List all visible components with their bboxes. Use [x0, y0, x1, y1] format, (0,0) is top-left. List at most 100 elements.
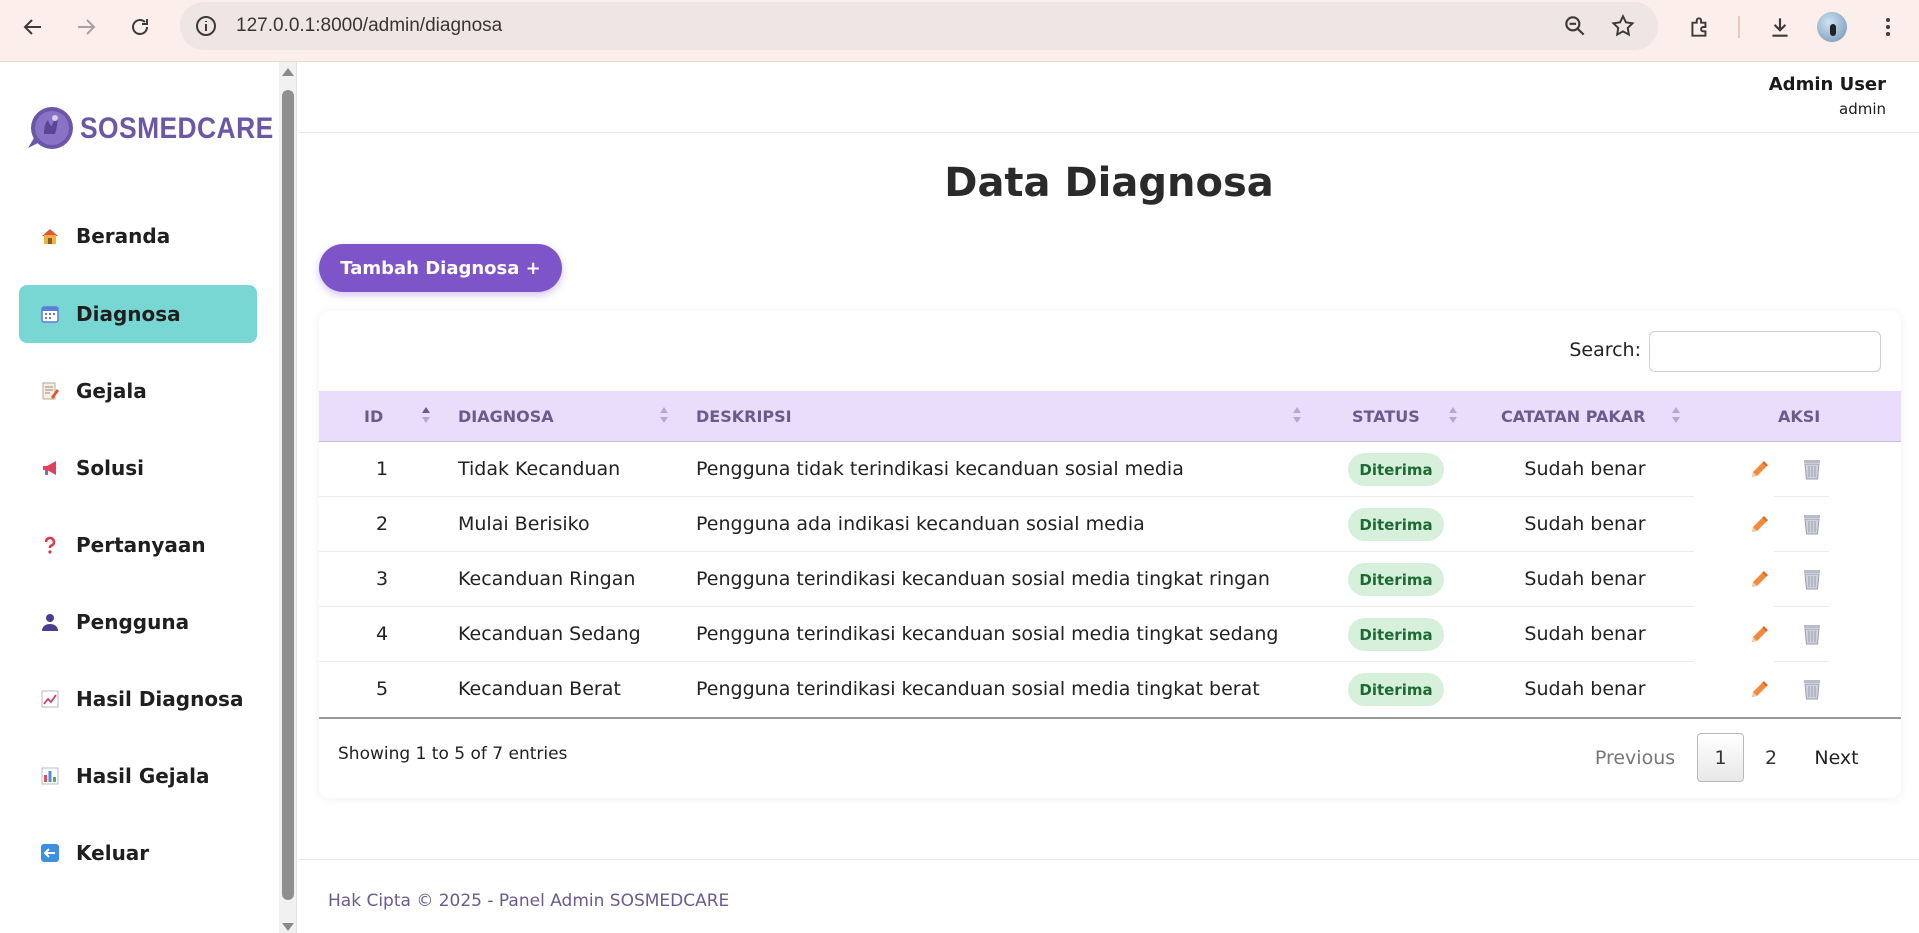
delete-trash-icon[interactable] — [1802, 622, 1822, 646]
site-info-icon[interactable] — [194, 14, 218, 38]
column-header-diagnosa[interactable]: DIAGNOSA — [458, 407, 554, 426]
browser-toolbar: 127.0.0.1:8000/admin/diagnosa — [0, 0, 1919, 62]
sidebar-item-label: Pengguna — [76, 610, 190, 634]
column-header-deskripsi[interactable]: DESKRIPSI — [696, 407, 792, 426]
cell-deskripsi: Pengguna terindikasi kecanduan sosial me… — [696, 568, 1270, 590]
delete-trash-icon[interactable] — [1802, 677, 1822, 701]
logo-icon — [22, 104, 78, 154]
scroll-up-arrow-icon[interactable] — [282, 68, 294, 76]
pagination-page-1[interactable]: 1 — [1697, 733, 1744, 782]
sidebar-item-label: Solusi — [76, 456, 144, 480]
scroll-thumb[interactable] — [282, 90, 294, 900]
column-header-id[interactable]: ID — [364, 407, 383, 426]
memo-icon — [40, 381, 60, 401]
brand-name: SOSMEDCARE — [80, 112, 274, 145]
pagination-previous[interactable]: Previous — [1579, 733, 1691, 782]
footer-copyright: Hak Cipta © 2025 - Panel Admin SOSMEDCAR… — [328, 891, 730, 911]
pagination-next[interactable]: Next — [1799, 733, 1874, 782]
search-label: Search: — [1569, 339, 1641, 361]
sidebar-scrollbar[interactable] — [279, 62, 297, 933]
edit-pencil-icon[interactable] — [1748, 567, 1772, 591]
sidebar-item-solusi[interactable]: Solusi — [19, 439, 257, 497]
brand-logo[interactable]: SOSMEDCARE — [22, 104, 300, 154]
download-icon — [1772, 18, 1788, 37]
page-title: Data Diagnosa — [944, 160, 1274, 206]
address-bar[interactable]: 127.0.0.1:8000/admin/diagnosa — [180, 2, 1658, 50]
downloads-button[interactable] — [1765, 12, 1795, 42]
toolbar-divider — [1738, 16, 1740, 38]
cell-deskripsi: Pengguna ada indikasi kecanduan sosial m… — [696, 513, 1145, 535]
reload-icon — [132, 19, 148, 35]
edit-pencil-icon[interactable] — [1748, 677, 1772, 701]
sort-icon[interactable] — [1672, 407, 1680, 425]
forward-button[interactable] — [63, 10, 109, 44]
user-name: Admin User — [1768, 74, 1886, 95]
edit-pencil-icon[interactable] — [1748, 457, 1772, 481]
table-row: 5 Kecanduan Berat Pengguna terindikasi k… — [319, 662, 1901, 717]
sidebar-item-pertanyaan[interactable]: Pertanyaan — [19, 516, 257, 574]
header-bar: Admin User admin — [299, 62, 1919, 133]
delete-trash-icon[interactable] — [1802, 457, 1822, 481]
scroll-down-arrow-icon[interactable] — [282, 923, 294, 931]
browser-menu-button[interactable] — [1873, 12, 1903, 42]
extensions-button[interactable] — [1685, 12, 1715, 42]
column-header-catatan-pakar[interactable]: CATATAN PAKAR — [1501, 407, 1645, 426]
sort-icon[interactable] — [1449, 407, 1457, 425]
sort-icon[interactable] — [422, 407, 430, 425]
table-row: 4 Kecanduan Sedang Pengguna terindikasi … — [319, 607, 1901, 662]
cell-diagnosa: Kecanduan Ringan — [458, 568, 636, 590]
sidebar-item-hasil-gejala[interactable]: Hasil Gejala — [19, 747, 257, 805]
sidebar-item-pengguna[interactable]: Pengguna — [19, 593, 257, 651]
status-badge: Diterima — [1348, 618, 1444, 651]
cell-catatan-pakar: Sudah benar — [1524, 623, 1646, 645]
bar-chart-icon — [40, 766, 60, 786]
footer: Hak Cipta © 2025 - Panel Admin SOSMEDCAR… — [299, 859, 1919, 933]
bookmark-star-icon[interactable] — [1610, 13, 1636, 39]
cell-id: 3 — [375, 568, 389, 590]
cell-catatan-pakar: Sudah benar — [1524, 513, 1646, 535]
sort-icon[interactable] — [660, 407, 668, 425]
cell-diagnosa: Kecanduan Sedang — [458, 623, 641, 645]
user-icon — [40, 612, 60, 632]
delete-trash-icon[interactable] — [1802, 512, 1822, 536]
line-chart-icon — [40, 689, 60, 709]
back-button[interactable] — [10, 10, 56, 44]
sidebar-item-gejala[interactable]: Gejala — [19, 362, 257, 420]
sidebar-item-diagnosa[interactable]: Diagnosa — [19, 285, 257, 343]
cell-catatan-pakar: Sudah benar — [1524, 568, 1646, 590]
back-arrow-icon — [23, 19, 41, 35]
cell-catatan-pakar: Sudah benar — [1524, 458, 1646, 480]
table-row: 1 Tidak Kecanduan Pengguna tidak terindi… — [319, 442, 1901, 497]
question-icon — [40, 535, 60, 555]
column-header-aksi: AKSI — [1778, 407, 1821, 426]
cell-diagnosa: Mulai Berisiko — [458, 513, 590, 535]
calendar-icon — [40, 304, 60, 324]
puzzle-icon — [1691, 17, 1707, 37]
cell-deskripsi: Pengguna terindikasi kecanduan sosial me… — [696, 678, 1260, 700]
zoom-icon[interactable] — [1562, 13, 1588, 39]
column-header-status[interactable]: STATUS — [1352, 407, 1420, 426]
status-badge: Diterima — [1348, 563, 1444, 596]
sidebar-item-label: Hasil Gejala — [76, 764, 210, 788]
sidebar-item-label: Keluar — [76, 841, 150, 865]
edit-pencil-icon[interactable] — [1748, 512, 1772, 536]
status-badge: Diterima — [1348, 453, 1444, 486]
forward-arrow-icon — [78, 19, 96, 35]
sidebar-item-label: Pertanyaan — [76, 533, 206, 557]
search-input[interactable] — [1649, 331, 1881, 372]
pagination-page-2[interactable]: 2 — [1751, 733, 1791, 782]
sidebar-item-hasil-diagnosa[interactable]: Hasil Diagnosa — [19, 670, 257, 728]
add-diagnosa-button[interactable]: Tambah Diagnosa + — [319, 244, 562, 292]
sort-icon[interactable] — [1293, 407, 1301, 425]
kebab-menu-icon — [1886, 18, 1890, 36]
cell-diagnosa: Kecanduan Berat — [458, 678, 621, 700]
data-table-card: Search: ID DIAGNOSA DESKRIPSI STATUS CAT… — [319, 311, 1901, 798]
sidebar-item-beranda[interactable]: Beranda — [19, 207, 257, 265]
profile-avatar[interactable] — [1817, 12, 1847, 42]
edit-pencil-icon[interactable] — [1748, 622, 1772, 646]
reload-button[interactable] — [117, 10, 163, 44]
sidebar-item-keluar[interactable]: Keluar — [19, 824, 257, 882]
url-text[interactable]: 127.0.0.1:8000/admin/diagnosa — [236, 15, 502, 37]
delete-trash-icon[interactable] — [1802, 567, 1822, 591]
table-header: ID DIAGNOSA DESKRIPSI STATUS CATATAN PAK… — [319, 391, 1901, 442]
